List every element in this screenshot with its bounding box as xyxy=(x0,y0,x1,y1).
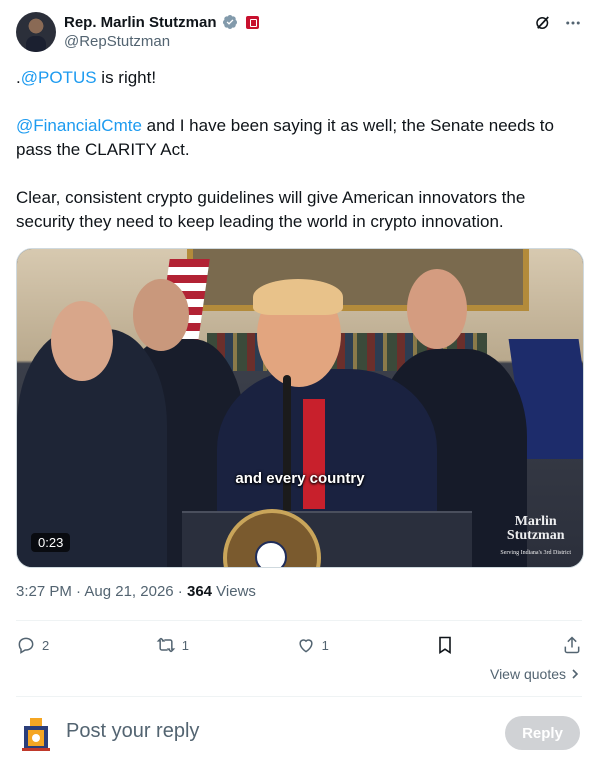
video-person-head xyxy=(51,301,113,381)
repost-icon xyxy=(156,637,176,653)
tweet-time[interactable]: 3:27 PM xyxy=(16,583,72,600)
congress-flag-icon xyxy=(245,15,259,29)
meta-separator: · xyxy=(173,583,187,600)
video-person-head xyxy=(407,269,467,349)
video-duration: 0:23 xyxy=(31,533,71,552)
tweet-paragraph-2: @FinancialCmte and I have been saying it… xyxy=(16,114,576,162)
like-icon xyxy=(299,639,313,653)
name-row: Rep. Marlin Stutzman xyxy=(64,12,259,32)
tweet-date[interactable]: Aug 21, 2026 xyxy=(84,583,173,600)
views-label: Views xyxy=(212,583,256,600)
view-quotes-link[interactable]: View quotes xyxy=(490,666,580,682)
watermark-line-1: Marlin xyxy=(514,514,557,529)
author-handle[interactable]: @RepStutzman xyxy=(64,33,259,50)
video-player[interactable]: and every country 0:23 Marlin Stutzman S… xyxy=(16,248,584,568)
watermark-line-2: Stutzman xyxy=(506,528,565,543)
share-icon xyxy=(564,636,580,654)
header-actions xyxy=(534,14,582,32)
divider xyxy=(16,696,582,697)
mention-financialcmte[interactable]: @FinancialCmte xyxy=(16,116,142,135)
view-quotes-label: View quotes xyxy=(489,666,566,682)
tweet-paragraph-3: Clear, consistent crypto guidelines will… xyxy=(16,188,526,231)
like-count: 1 xyxy=(321,637,329,653)
reply-input[interactable]: Post your reply xyxy=(66,720,199,743)
share-button[interactable] xyxy=(562,635,582,655)
user-avatar[interactable] xyxy=(20,716,52,752)
video-watermark: Marlin Stutzman Serving Indiana's 3rd Di… xyxy=(500,515,571,560)
video-painting xyxy=(187,249,529,311)
author-info: Rep. Marlin Stutzman @RepStutzman xyxy=(64,12,259,50)
like-button[interactable]: 1 xyxy=(296,635,329,655)
video-caption: and every country xyxy=(235,470,365,487)
tweet-meta: 3:27 PM · Aug 21, 2026 · 364 Views xyxy=(16,583,256,600)
reply-button[interactable]: 2 xyxy=(16,635,49,655)
bookmark-icon xyxy=(439,636,452,654)
reply-composer: Post your reply Reply xyxy=(16,712,582,756)
divider xyxy=(16,620,582,621)
tweet-header: Rep. Marlin Stutzman @RepStutzman xyxy=(16,12,582,56)
repost-count: 1 xyxy=(181,637,190,653)
bookmark-button[interactable] xyxy=(435,635,455,655)
reply-submit-button[interactable]: Reply xyxy=(505,716,580,750)
tweet-text: .@POTUS is right! @FinancialCmte and I h… xyxy=(16,66,576,258)
action-bar: 2 1 1 xyxy=(16,632,582,658)
video-microphone xyxy=(283,375,291,515)
watermark-subtitle: Serving Indiana's 3rd District xyxy=(500,550,571,556)
video-person-head xyxy=(133,279,189,351)
chevron-right-icon xyxy=(572,669,579,679)
author-name[interactable]: Rep. Marlin Stutzman xyxy=(64,14,217,31)
repost-button[interactable]: 1 xyxy=(156,635,189,655)
grok-icon[interactable] xyxy=(534,14,552,32)
more-icon[interactable] xyxy=(564,14,582,32)
reply-count: 2 xyxy=(42,637,50,653)
text-segment: is right! xyxy=(96,68,157,87)
video-tie xyxy=(303,399,325,509)
author-avatar[interactable] xyxy=(16,12,56,52)
mention-potus[interactable]: @POTUS xyxy=(21,68,97,87)
views-count: 364 xyxy=(186,583,213,600)
verified-badge-icon xyxy=(222,15,237,29)
tweet-paragraph-1: .@POTUS is right! xyxy=(16,66,576,90)
video-speaker-hair xyxy=(253,279,343,315)
meta-separator: · xyxy=(71,583,85,600)
reply-icon xyxy=(18,637,34,654)
